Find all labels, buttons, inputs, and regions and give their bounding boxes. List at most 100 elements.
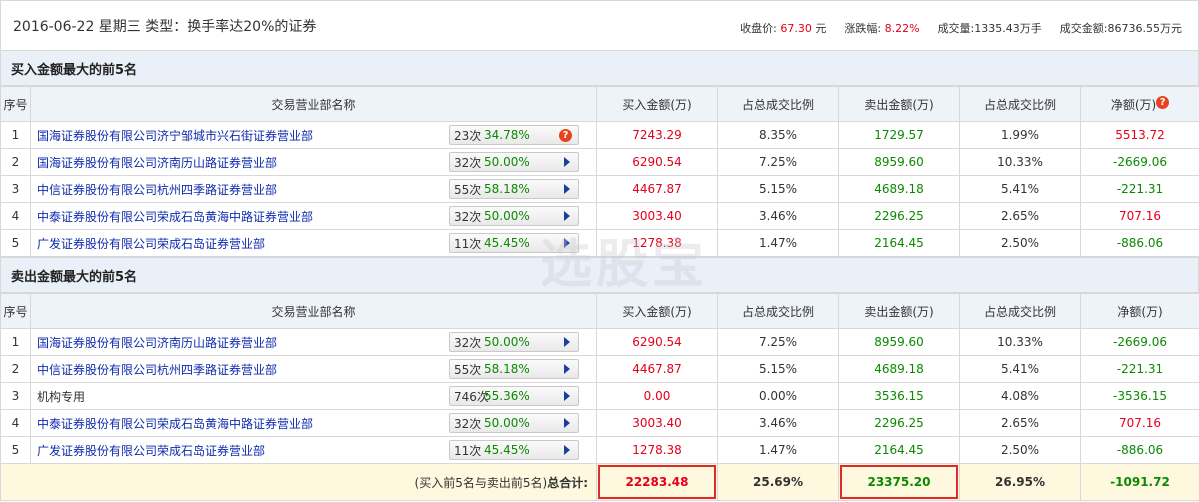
table-row: 5 广发证券股份有限公司荣成石岛证券营业部 11次 45.45% 1278.38 1.47… [0, 229, 1199, 257]
sell-amount: 3536.15 [838, 382, 960, 410]
appearance-stats-button[interactable]: 55次 58.18% [449, 359, 579, 379]
sell-ratio: 2.50% [959, 436, 1081, 464]
buy-ratio: 5.15% [717, 355, 839, 383]
sell-amount: 2164.45 [838, 436, 960, 464]
appearance-stats-button[interactable]: 746次 55.36% [449, 386, 579, 406]
amount: 成交金额:86736.55万元 [1059, 22, 1182, 35]
net-amount: 707.16 [1080, 409, 1199, 437]
col-name: 交易营业部名称 [30, 86, 597, 122]
table-row: 4 中泰证券股份有限公司荣成石岛黄海中路证券营业部 32次 50.00% 3003.40… [0, 409, 1199, 437]
arrow-right-icon[interactable] [564, 364, 570, 374]
sell-ratio: 4.08% [959, 382, 1081, 410]
win-rate: 50.00% [484, 155, 530, 169]
net-amount: -221.31 [1080, 175, 1199, 203]
sell-table-header: 序号 交易营业部名称 买入金额(万) 占总成交比例 卖出金额(万) 占总成交比例… [0, 293, 1199, 329]
broker-name-cell: 广发证券股份有限公司荣成石岛证券营业部 11次 45.45% [30, 229, 597, 257]
appearance-count: 23次 [454, 128, 482, 143]
broker-name-cell: 国海证券股份有限公司济宁邹城市兴石街证券营业部 23次 34.78%? [30, 121, 597, 149]
buy-amount: 4467.87 [596, 175, 718, 203]
sell-ratio: 2.50% [959, 229, 1081, 257]
buy-amount: 0.00 [596, 382, 718, 410]
broker-name: 机构专用 [37, 389, 86, 404]
quote-stats: 收盘价: 67.30 元 涨跌幅: 8.22% 成交量:1335.43万手 成交… [740, 20, 1182, 36]
buy-ratio: 7.25% [717, 148, 839, 176]
net-amount: -3536.15 [1080, 382, 1199, 410]
broker-name-cell: 广发证券股份有限公司荣成石岛证券营业部 11次 45.45% [30, 436, 597, 464]
sell-ratio: 5.41% [959, 355, 1081, 383]
appearance-stats-button[interactable]: 32次 50.00% [449, 206, 579, 226]
arrow-right-icon[interactable] [564, 391, 570, 401]
win-rate: 45.45% [484, 236, 530, 250]
col-buy-ratio: 占总成交比例 [717, 293, 839, 329]
appearance-stats-button[interactable]: 32次 50.00% [449, 152, 579, 172]
arrow-right-icon[interactable] [564, 184, 570, 194]
net-amount: -221.31 [1080, 355, 1199, 383]
buy-ratio: 5.15% [717, 175, 839, 203]
appearance-stats-button[interactable]: 55次 58.18% [449, 179, 579, 199]
volume: 成交量:1335.43万手 [937, 22, 1042, 35]
row-index: 4 [0, 409, 31, 437]
arrow-right-icon[interactable] [564, 211, 570, 221]
question-icon[interactable]: ? [559, 129, 572, 142]
appearance-stats-button[interactable]: 32次 50.00% [449, 332, 579, 352]
table-row: 2 中信证券股份有限公司杭州四季路证券营业部 55次 58.18% 4467.87 5.1… [0, 355, 1199, 383]
appearance-stats-button[interactable]: 11次 45.45% [449, 440, 579, 460]
arrow-right-icon[interactable] [564, 445, 570, 455]
win-rate: 34.78% [484, 128, 530, 142]
buy-ratio: 7.25% [717, 328, 839, 356]
top-bar: 2016-06-22 星期三 类型：换手率达20%的证券 收盘价: 67.30 … [0, 0, 1199, 50]
row-index: 4 [0, 202, 31, 230]
win-rate: 50.00% [484, 416, 530, 430]
arrow-right-icon[interactable] [564, 337, 570, 347]
broker-name[interactable]: 中信证券股份有限公司杭州四季路证券营业部 [37, 363, 277, 377]
broker-name[interactable]: 广发证券股份有限公司荣成石岛证券营业部 [37, 444, 265, 458]
help-icon[interactable]: ? [1156, 95, 1170, 109]
broker-name[interactable]: 国海证券股份有限公司济宁邹城市兴石街证券营业部 [37, 129, 313, 143]
broker-name[interactable]: 中泰证券股份有限公司荣成石岛黄海中路证券营业部 [37, 417, 313, 431]
arrow-right-icon[interactable] [564, 157, 570, 167]
appearance-stats-button[interactable]: 11次 45.45% [449, 233, 579, 253]
sell-ratio: 10.33% [959, 148, 1081, 176]
appearance-count: 32次 [454, 155, 482, 170]
buy-ratio: 0.00% [717, 382, 839, 410]
buy-ratio: 1.47% [717, 436, 839, 464]
broker-name-cell: 中信证券股份有限公司杭州四季路证券营业部 55次 58.18% [30, 175, 597, 203]
net-amount: -2669.06 [1080, 148, 1199, 176]
broker-name[interactable]: 国海证券股份有限公司济南历山路证券营业部 [37, 156, 277, 170]
col-buy: 买入金额(万) [596, 293, 718, 329]
buy-amount: 1278.38 [596, 229, 718, 257]
col-net: 净额(万)? [1080, 86, 1199, 122]
broker-name[interactable]: 广发证券股份有限公司荣成石岛证券营业部 [37, 237, 265, 251]
table-row: 5 广发证券股份有限公司荣成石岛证券营业部 11次 45.45% 1278.38 1.47… [0, 436, 1199, 464]
net-amount: 5513.72 [1080, 121, 1199, 149]
broker-name[interactable]: 中泰证券股份有限公司荣成石岛黄海中路证券营业部 [37, 210, 313, 224]
appearance-stats-button[interactable]: 23次 34.78%? [449, 125, 579, 145]
appearance-count: 32次 [454, 209, 482, 224]
buy-table: 序号 交易营业部名称 买入金额(万) 占总成交比例 卖出金额(万) 占总成交比例… [0, 86, 1199, 257]
arrow-right-icon[interactable] [564, 418, 570, 428]
sell-ratio: 2.65% [959, 202, 1081, 230]
broker-name-cell: 中泰证券股份有限公司荣成石岛黄海中路证券营业部 32次 50.00% [30, 202, 597, 230]
buy-ratio: 1.47% [717, 229, 839, 257]
row-index: 2 [0, 148, 31, 176]
buy-amount: 4467.87 [596, 355, 718, 383]
total-sell: 23375.20 [838, 463, 960, 501]
buy-amount: 1278.38 [596, 436, 718, 464]
net-amount: -886.06 [1080, 436, 1199, 464]
broker-name[interactable]: 国海证券股份有限公司济南历山路证券营业部 [37, 336, 277, 350]
appearance-count: 746次 [454, 389, 489, 404]
row-index: 5 [0, 229, 31, 257]
table-row: 3 机构专用 746次 55.36% 0.00 0.00% 3536.15 4.08% -353… [0, 382, 1199, 410]
arrow-right-icon[interactable] [564, 238, 570, 248]
win-rate: 45.45% [484, 443, 530, 457]
sell-ratio: 2.65% [959, 409, 1081, 437]
appearance-stats-button[interactable]: 32次 50.00% [449, 413, 579, 433]
page-title: 2016-06-22 星期三 类型：换手率达20%的证券 [13, 18, 317, 35]
sell-ratio: 5.41% [959, 175, 1081, 203]
win-rate: 55.36% [484, 389, 530, 403]
row-index: 2 [0, 355, 31, 383]
broker-name[interactable]: 中信证券股份有限公司杭州四季路证券营业部 [37, 183, 277, 197]
appearance-count: 55次 [454, 362, 482, 377]
appearance-count: 55次 [454, 182, 482, 197]
appearance-count: 11次 [454, 236, 482, 251]
